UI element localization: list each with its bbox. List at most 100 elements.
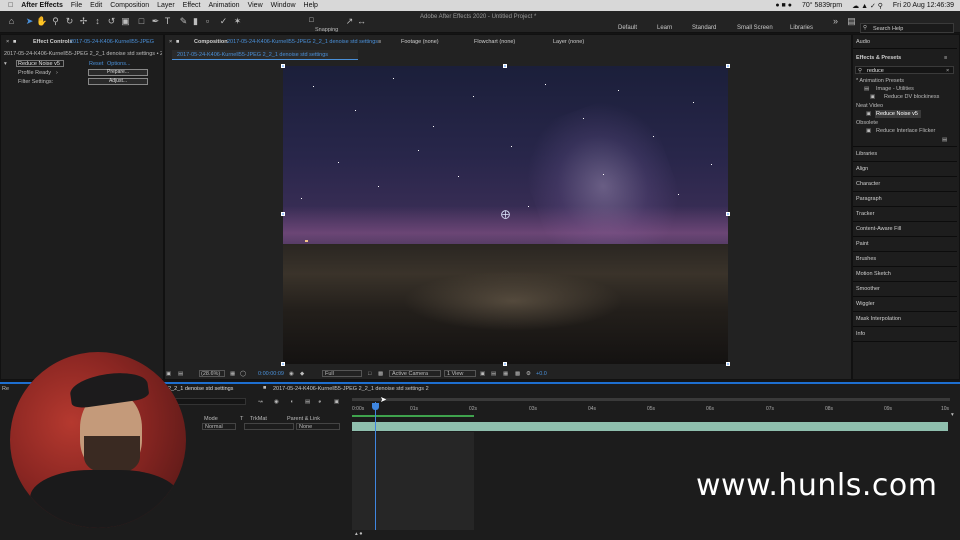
timeline-end-marker[interactable]: ▾: [951, 412, 954, 418]
tab-effect-controls[interactable]: Effect Controls: [33, 39, 72, 45]
toggle-pixel-aspect-icon[interactable]: ▣: [480, 371, 485, 377]
rectangle-tool-icon[interactable]: □: [136, 16, 147, 27]
tree-item-animation-presets[interactable]: * Animation Presets: [856, 78, 904, 84]
close-icon[interactable]: ■: [263, 385, 266, 391]
effect-name-box[interactable]: Reduce Noise v5: [16, 60, 64, 67]
options-link[interactable]: Options...: [107, 61, 131, 67]
reset-exposure-icon[interactable]: ⚙: [526, 371, 531, 377]
snap-mode-icon[interactable]: ↔: [356, 16, 367, 27]
brush-tool-icon[interactable]: ✎: [178, 16, 189, 27]
panel-motion-sketch[interactable]: Motion Sketch: [856, 271, 891, 277]
transform-handle[interactable]: [281, 362, 285, 366]
effects-search-box[interactable]: ⚲ reduce ×: [855, 66, 954, 74]
workspace-small-screen[interactable]: Small Screen: [737, 25, 773, 31]
parent-dropdown[interactable]: None: [296, 423, 340, 430]
transform-handle[interactable]: [281, 64, 285, 68]
panel-tracker[interactable]: Tracker: [856, 211, 874, 217]
panel-wiggler[interactable]: Wiggler: [856, 301, 875, 307]
viewer-options-icon[interactable]: ▣: [166, 371, 171, 377]
composition-viewer[interactable]: ⨁: [283, 66, 728, 364]
tab-flowchart[interactable]: Flowchart (none): [474, 39, 515, 45]
camera-dropdown[interactable]: Active Camera: [389, 370, 441, 377]
puppet-tool-icon[interactable]: ✶: [232, 16, 243, 27]
eraser-tool-icon[interactable]: ▫: [202, 16, 213, 27]
anchor-point-icon[interactable]: ⨁: [501, 210, 510, 219]
current-timecode[interactable]: 0:00:00:09: [258, 371, 284, 377]
tree-item-image-utilities[interactable]: Image - Utilities: [876, 86, 914, 92]
tab-footage[interactable]: Footage (none): [401, 39, 439, 45]
track-matte-dropdown[interactable]: [244, 423, 294, 430]
menu-help[interactable]: Help: [304, 2, 318, 9]
selection-tool-icon[interactable]: ➤: [24, 16, 35, 27]
pan-tool-icon[interactable]: ✢: [78, 16, 89, 27]
close-icon[interactable]: ×: [6, 39, 9, 45]
menu-icon[interactable]: ≡: [944, 55, 947, 61]
transform-handle[interactable]: [281, 212, 285, 216]
layer-duration-bar[interactable]: [352, 422, 948, 431]
panel-libraries[interactable]: Libraries: [856, 151, 877, 157]
tab-audio[interactable]: Audio: [856, 39, 870, 45]
playhead-line[interactable]: [375, 402, 376, 530]
panel-paragraph[interactable]: Paragraph: [856, 196, 882, 202]
workspace-menu-icon[interactable]: »: [830, 16, 841, 27]
transparency-grid-icon[interactable]: ▩: [378, 371, 383, 377]
prepare-button[interactable]: Prepare...: [88, 69, 148, 76]
transform-handle[interactable]: [503, 362, 507, 366]
menu-view[interactable]: View: [248, 2, 263, 9]
menu-animation[interactable]: Animation: [208, 2, 239, 9]
workspace-learn[interactable]: Learn: [657, 25, 672, 31]
menu-window[interactable]: Window: [271, 2, 296, 9]
workspace-standard[interactable]: Standard: [692, 25, 716, 31]
type-tool-icon[interactable]: T: [162, 16, 173, 27]
flowchart-icon[interactable]: ▩: [515, 371, 520, 377]
snap-options-icon[interactable]: ↗: [344, 16, 355, 27]
adjust-button[interactable]: Adjust...: [88, 78, 148, 85]
search-help-box[interactable]: ⚲ Search Help: [860, 23, 954, 33]
resolution-dropdown[interactable]: Full: [322, 370, 362, 377]
roto-brush-tool-icon[interactable]: ✓: [218, 16, 229, 27]
tab-layer[interactable]: Layer (none): [553, 39, 584, 45]
playhead-handle[interactable]: [372, 403, 379, 410]
fast-previews-icon[interactable]: ▤: [491, 371, 496, 377]
snapshot-icon[interactable]: ◉: [289, 371, 294, 377]
tree-item-neat-video[interactable]: Neat Video: [856, 103, 883, 109]
shy-layers-icon[interactable]: ◖: [290, 399, 293, 405]
zoom-slider[interactable]: ▴ ●: [355, 531, 363, 537]
clone-stamp-tool-icon[interactable]: ▮: [190, 16, 201, 27]
hand-tool-icon[interactable]: ✋: [36, 16, 47, 27]
lock-icon[interactable]: ■: [13, 39, 16, 45]
always-preview-icon[interactable]: ▤: [178, 371, 183, 377]
frame-blending-icon[interactable]: ▤: [305, 399, 310, 405]
comp-mini-flowchart-icon[interactable]: ↝: [258, 399, 263, 405]
transform-handle[interactable]: [503, 64, 507, 68]
tab-composition[interactable]: Composition: [194, 39, 228, 45]
menu-icon[interactable]: ≡: [378, 39, 381, 45]
region-of-interest-icon[interactable]: □: [368, 371, 371, 377]
menu-app-name[interactable]: After Effects: [21, 2, 63, 9]
pan-behind-tool-icon[interactable]: ▣: [120, 16, 131, 27]
exposure-value[interactable]: +0.0: [536, 371, 547, 377]
grid-icon[interactable]: ▦: [230, 371, 235, 377]
menu-effect[interactable]: Effect: [183, 2, 201, 9]
zoom-dropdown[interactable]: (28.6%): [199, 370, 225, 377]
pen-tool-icon[interactable]: ✒: [150, 16, 161, 27]
menu-composition[interactable]: Composition: [110, 2, 149, 9]
draft-3d-icon[interactable]: ◉: [274, 399, 279, 405]
blend-mode-dropdown[interactable]: Normal: [202, 423, 236, 430]
composition-subtab[interactable]: 2017-05-24-K406-Kurnell55-JPEG 2_2_1 den…: [172, 50, 358, 60]
home-icon[interactable]: ⌂: [6, 16, 17, 27]
orbit-tool-icon[interactable]: ↻: [64, 16, 75, 27]
panel-character[interactable]: Character: [856, 181, 880, 187]
panel-paint[interactable]: Paint: [856, 241, 869, 247]
panel-mask-interpolation[interactable]: Mask Interpolation: [856, 316, 901, 322]
motion-blur-icon[interactable]: ◕: [318, 399, 321, 405]
dolly-tool-icon[interactable]: ↕: [92, 16, 103, 27]
panel-info[interactable]: Info: [856, 331, 865, 337]
sync-icon[interactable]: ▤: [846, 16, 857, 27]
color-channel-icon[interactable]: ◆: [300, 371, 304, 377]
close-icon[interactable]: ×: [169, 39, 172, 45]
panel-smoother[interactable]: Smoother: [856, 286, 880, 292]
work-area-range[interactable]: [352, 415, 474, 417]
apple-icon[interactable]: : [8, 2, 13, 9]
clear-search-icon[interactable]: ×: [946, 68, 949, 74]
